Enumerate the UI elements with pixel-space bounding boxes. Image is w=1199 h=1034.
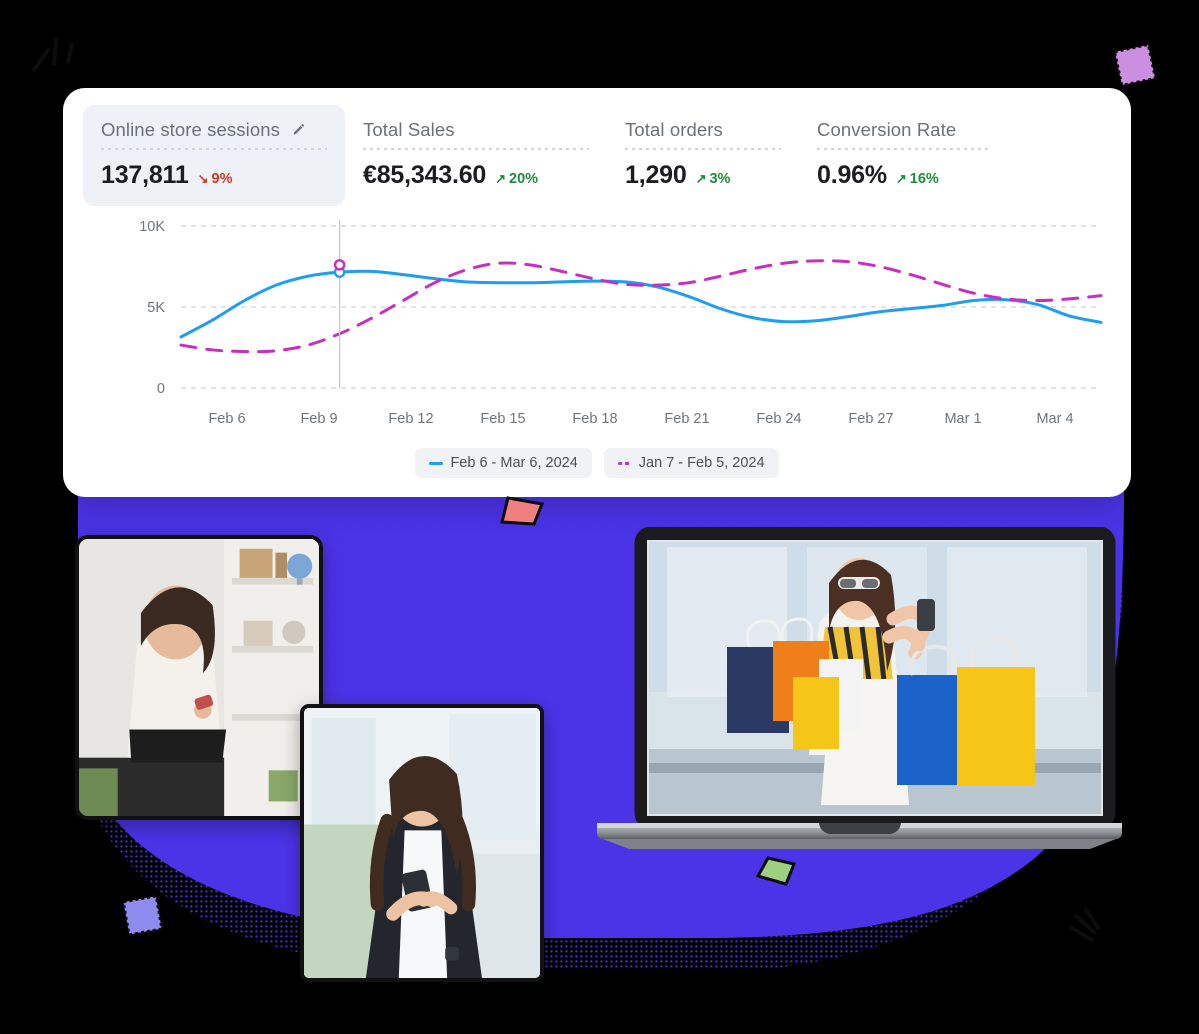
x-axis-tick-label: Feb 15 bbox=[480, 411, 525, 427]
arrow-up-icon: ↗ bbox=[495, 171, 507, 186]
kpi-value: 137,811 bbox=[101, 161, 189, 189]
kpi-delta-badge: ↗ 20% bbox=[495, 171, 538, 187]
legend-item-current[interactable]: Feb 6 - Mar 6, 2024 bbox=[415, 448, 592, 478]
chart-canvas: 0 5K 10K Feb 6 Feb 9 Feb 12 Feb 15 Feb 18 Feb 21… bbox=[139, 219, 1103, 427]
sessions-line-chart[interactable]: 0 5K 10K Feb 6 Feb 9 Feb 12 Feb 15 Feb 18 Feb 21… bbox=[63, 212, 1131, 444]
kpi-value-row: 137,811 ↘ 9% bbox=[101, 161, 327, 190]
pencil-icon[interactable] bbox=[290, 121, 308, 139]
legend-label: Jan 7 - Feb 5, 2024 bbox=[638, 455, 765, 471]
x-axis-tick-label: Mar 4 bbox=[1036, 411, 1073, 427]
kpi-header: Online store sessions bbox=[101, 119, 327, 141]
kpi-row: Online store sessions 137,811 ↘ 9% Total… bbox=[63, 88, 1131, 206]
kpi-label: Total orders bbox=[625, 119, 723, 140]
arrow-up-icon: ↗ bbox=[695, 171, 707, 186]
chart-legend: Feb 6 - Mar 6, 2024 Jan 7 - Feb 5, 2024 bbox=[63, 448, 1131, 478]
kpi-divider bbox=[101, 148, 327, 150]
kpi-card-sessions[interactable]: Online store sessions 137,811 ↘ 9% bbox=[83, 105, 345, 206]
x-axis-tick-label: Feb 27 bbox=[848, 411, 893, 427]
kpi-value-row: 0.96% ↗ 16% bbox=[817, 161, 991, 190]
kpi-divider bbox=[363, 148, 589, 150]
kpi-delta-badge: ↘ 9% bbox=[198, 171, 233, 187]
illustration-stage: Online store sessions 137,811 ↘ 9% Total… bbox=[0, 0, 1199, 1034]
x-axis-tick-label: Feb 6 bbox=[208, 411, 245, 427]
kpi-card-total-orders[interactable]: Total orders 1,290 ↗ 3% bbox=[607, 105, 799, 206]
y-axis-tick-label: 0 bbox=[157, 381, 165, 397]
analytics-dashboard-card: Online store sessions 137,811 ↘ 9% Total… bbox=[63, 88, 1131, 497]
decor-square-blue bbox=[120, 893, 168, 946]
kpi-delta-badge: ↗ 3% bbox=[696, 171, 731, 187]
kpi-value: 0.96% bbox=[817, 161, 887, 189]
kpi-delta-value: 20% bbox=[509, 170, 539, 187]
kpi-header: Total orders bbox=[625, 119, 781, 141]
laptop-device bbox=[597, 526, 1122, 857]
kpi-label: Conversion Rate bbox=[817, 119, 957, 140]
legend-swatch-solid-icon bbox=[429, 461, 444, 465]
kpi-card-total-sales[interactable]: Total Sales €85,343.60 ↗ 20% bbox=[345, 105, 607, 206]
kpi-value-row: €85,343.60 ↗ 20% bbox=[363, 161, 589, 190]
kpi-label: Online store sessions bbox=[101, 119, 280, 140]
photo-woman-with-phone-left bbox=[75, 535, 323, 820]
legend-item-previous[interactable]: Jan 7 - Feb 5, 2024 bbox=[603, 448, 779, 478]
x-axis-tick-label: Feb 12 bbox=[388, 411, 433, 427]
kpi-delta-value: 16% bbox=[909, 170, 939, 187]
x-axis-tick-label: Feb 9 bbox=[300, 411, 337, 427]
kpi-header: Total Sales bbox=[363, 119, 589, 141]
legend-label: Feb 6 - Mar 6, 2024 bbox=[450, 455, 578, 471]
chart-line-current bbox=[179, 269, 1103, 339]
kpi-delta-value: 9% bbox=[211, 170, 233, 187]
x-axis-tick-label: Feb 18 bbox=[572, 411, 617, 427]
kpi-divider bbox=[625, 148, 781, 150]
kpi-delta-badge: ↗ 16% bbox=[896, 171, 939, 187]
y-axis-tick-label: 10K bbox=[139, 219, 165, 235]
x-axis-tick-label: Feb 24 bbox=[756, 411, 801, 427]
x-axis-tick-label: Feb 21 bbox=[664, 411, 709, 427]
kpi-card-conversion-rate[interactable]: Conversion Rate 0.96% ↗ 16% bbox=[799, 105, 1009, 206]
arrow-up-icon: ↗ bbox=[895, 171, 907, 186]
x-axis-tick-label: Mar 1 bbox=[944, 411, 981, 427]
arrow-down-icon: ↘ bbox=[197, 171, 209, 186]
chart-cursor-marker bbox=[333, 259, 346, 271]
kpi-value-row: 1,290 ↗ 3% bbox=[625, 161, 781, 190]
photo-woman-with-phone-front bbox=[300, 704, 544, 982]
legend-swatch-dashed-icon bbox=[617, 461, 632, 465]
kpi-label: Total Sales bbox=[363, 119, 455, 140]
kpi-value: 1,290 bbox=[625, 161, 687, 189]
decor-shape-coral bbox=[494, 492, 548, 535]
decor-sparkle-top-left bbox=[26, 30, 80, 83]
kpi-divider bbox=[817, 148, 991, 150]
decor-square-purple bbox=[1110, 40, 1162, 97]
kpi-value: €85,343.60 bbox=[363, 161, 487, 189]
y-axis-tick-label: 5K bbox=[147, 300, 165, 316]
kpi-header: Conversion Rate bbox=[817, 119, 991, 141]
decor-shape-green bbox=[752, 852, 800, 895]
decor-sparkle-bottom-right bbox=[1068, 906, 1124, 957]
kpi-delta-value: 3% bbox=[709, 170, 731, 187]
